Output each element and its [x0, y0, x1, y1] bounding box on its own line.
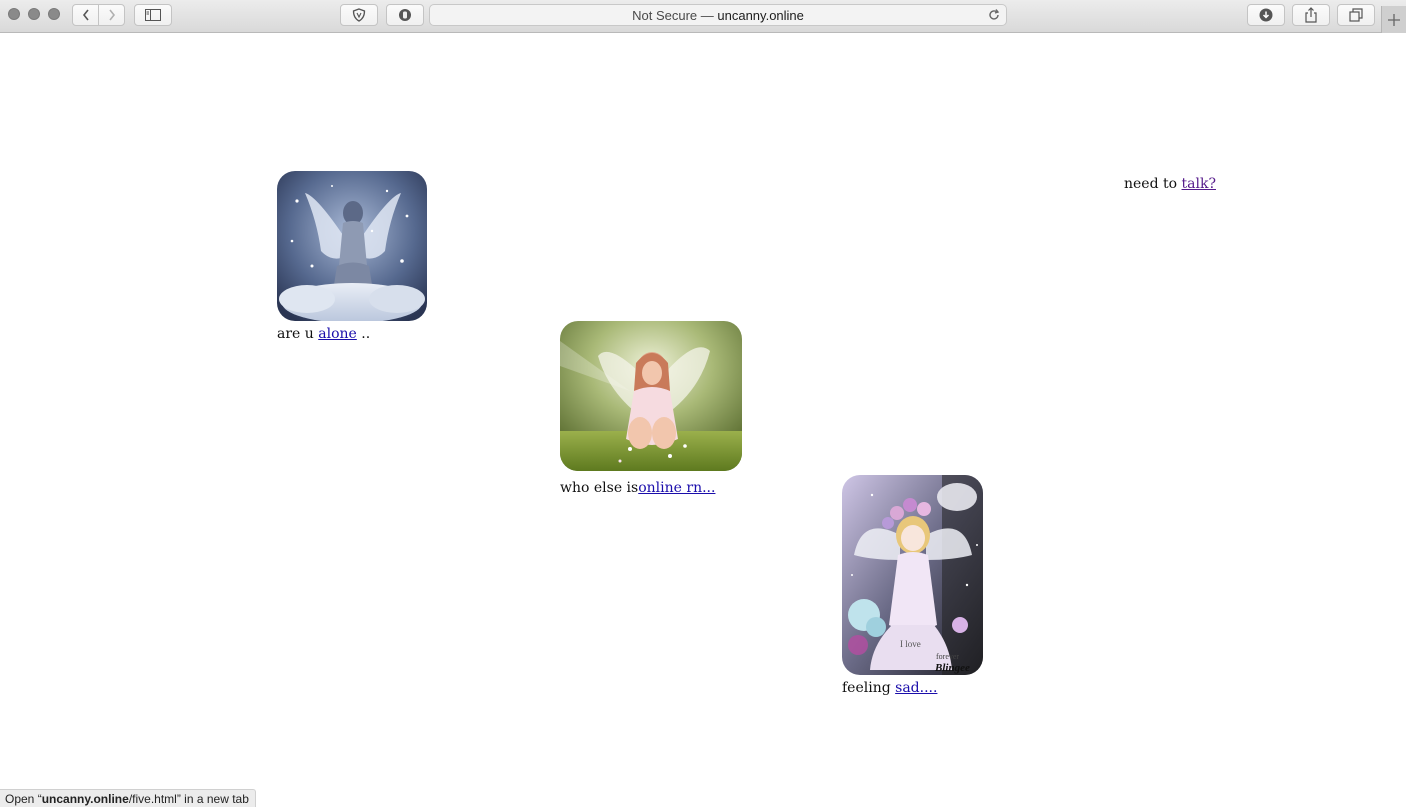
status-prefix: Open “ [5, 792, 42, 806]
love-text: I love [900, 639, 921, 649]
extension-button[interactable] [386, 4, 424, 26]
anime-fairy-image: I love forever Blingee [842, 475, 983, 675]
talk-link[interactable]: talk? [1182, 176, 1216, 192]
share-icon [1305, 7, 1317, 23]
caption-alone-text: are u [277, 326, 319, 342]
chevron-left-icon [82, 9, 89, 21]
address-security-label: Not Secure — [632, 7, 714, 23]
address-host: uncanny.online [717, 7, 804, 23]
blingee-stamp: Blingee [934, 662, 970, 674]
forever-text: forever [936, 652, 959, 661]
close-window-button[interactable] [8, 8, 20, 20]
shield-icon [352, 8, 366, 22]
sad-link[interactable]: sad.... [895, 680, 937, 696]
caption-alone-suffix: .. [356, 326, 371, 342]
sidebar-button[interactable] [134, 4, 172, 26]
alone-link[interactable]: alone [318, 326, 357, 342]
status-bar: Open “uncanny.online/five.html” in a new… [0, 789, 256, 807]
forward-button[interactable] [98, 4, 125, 26]
angel-image [277, 171, 427, 321]
plus-icon [1388, 13, 1400, 26]
caption-online-text: who else is [560, 480, 639, 496]
minimize-window-button[interactable] [28, 8, 40, 20]
status-path: /five.html [128, 792, 177, 806]
zoom-window-button[interactable] [48, 8, 60, 20]
talk-caption: need to talk? [1124, 176, 1216, 192]
caption-alone: are u alone .. [277, 326, 370, 342]
caption-online: who else isonline rn... [560, 480, 715, 496]
tabs-overview-button[interactable] [1337, 4, 1375, 26]
address-bar[interactable]: Not Secure — uncanny.online [429, 4, 1007, 26]
privacy-shield-button[interactable] [340, 4, 378, 26]
status-suffix: ” in a new tab [176, 792, 249, 806]
downloads-button[interactable] [1247, 4, 1285, 26]
share-button[interactable] [1292, 4, 1330, 26]
sidebar-icon [145, 9, 161, 21]
back-button[interactable] [72, 4, 99, 26]
download-icon [1259, 8, 1273, 22]
online-rn-link[interactable]: online rn... [638, 480, 715, 496]
chevron-right-icon [108, 9, 115, 21]
caption-sad: feeling sad.... [842, 680, 937, 696]
reload-icon[interactable] [987, 8, 1001, 25]
browser-toolbar: Not Secure — uncanny.online [0, 0, 1406, 33]
new-tab-button[interactable] [1381, 6, 1406, 33]
page-content: are u alone .. who else isonline rn... I… [0, 34, 1406, 807]
caption-sad-text: feeling [842, 680, 896, 696]
hand-stop-icon [399, 9, 411, 21]
child-fairy-image [560, 321, 742, 471]
tabs-icon [1349, 8, 1363, 22]
status-host: uncanny.online [41, 792, 129, 806]
talk-caption-text: need to [1124, 176, 1182, 192]
